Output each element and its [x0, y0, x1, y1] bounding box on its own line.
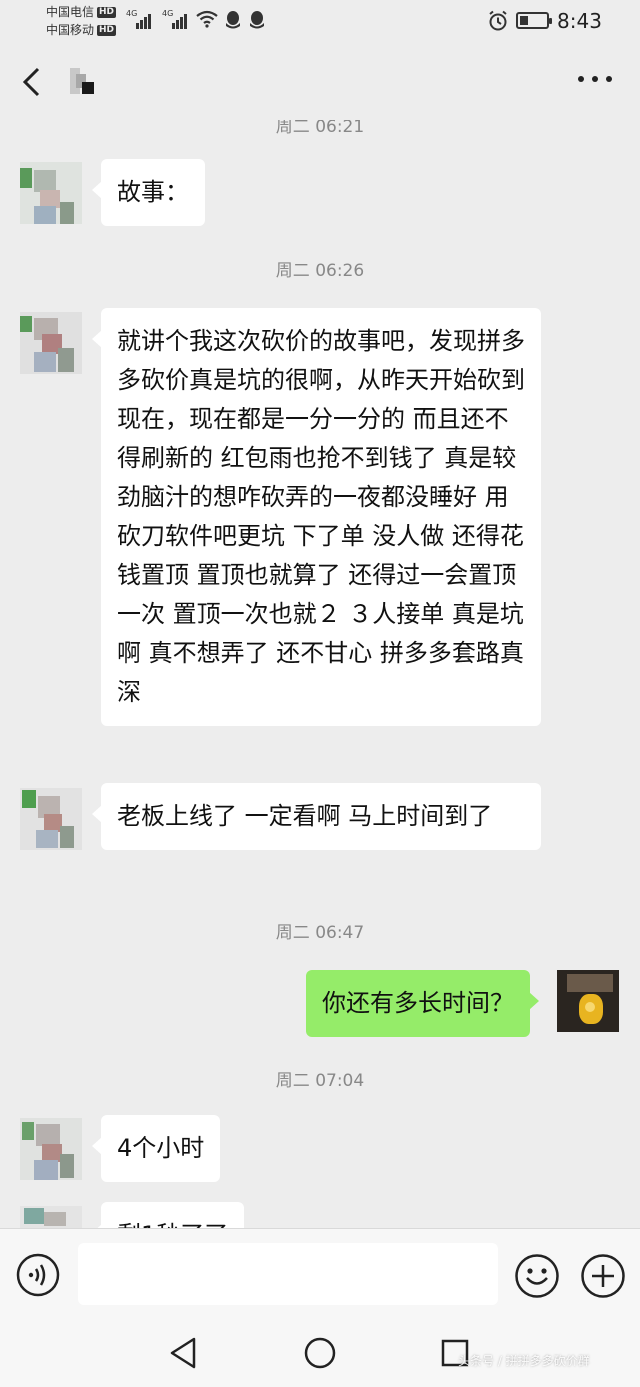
my-message-bubble[interactable]: 你还有多长时间？ — [306, 970, 539, 1037]
hd-badge: HD — [97, 24, 117, 36]
system-nav-bar: 头条号 / 拼拼多多砍价群 — [0, 1320, 640, 1387]
plus-icon[interactable] — [580, 1253, 626, 1299]
qq-icon — [250, 11, 264, 29]
emoji-icon[interactable] — [514, 1253, 560, 1299]
message-bubble[interactable]: 剩1秒了了 — [91, 1202, 245, 1228]
carrier-telecom: 中国电信 HD — [46, 5, 117, 19]
message-input[interactable] — [78, 1243, 498, 1305]
voice-icon[interactable] — [16, 1253, 60, 1297]
network-label: 4G — [162, 9, 174, 18]
my-avatar[interactable] — [557, 970, 619, 1032]
message-bubble[interactable]: 老板上线了 一定看啊 马上时间到了 — [92, 783, 541, 850]
back-icon[interactable] — [20, 66, 44, 98]
contact-name-redacted[interactable] — [70, 68, 94, 96]
signal-icon: 4G — [126, 9, 151, 29]
contact-avatar[interactable] — [20, 1206, 82, 1228]
message-bubble[interactable]: 4个小时 — [91, 1115, 221, 1182]
signal-icon: 4G — [162, 9, 187, 29]
watermark: 头条号 / 拼拼多多砍价群 — [458, 1354, 590, 1368]
message-bubble[interactable]: 就讲个我这次砍价的故事吧，发现拼多多砍价真是坑的很啊，从昨天开始砍到现在，现在都… — [92, 308, 541, 726]
contact-avatar[interactable] — [20, 162, 82, 224]
timestamp: 周二 06:21 — [275, 120, 365, 137]
input-bar — [0, 1228, 640, 1320]
hd-badge: HD — [97, 6, 117, 18]
chat-header — [0, 44, 640, 120]
clock: 8:43 — [557, 9, 602, 33]
more-icon[interactable] — [578, 76, 612, 86]
chat-messages[interactable]: 周二 06:21 故事： 周二 06:26 就讲个我这次砍价的故事吧，发现拼多多… — [0, 120, 640, 1228]
contact-avatar[interactable] — [20, 788, 82, 850]
alarm-icon — [489, 10, 507, 31]
contact-avatar[interactable] — [20, 312, 82, 374]
battery-icon — [516, 12, 552, 29]
qq-icon — [226, 11, 240, 29]
timestamp: 周二 06:26 — [275, 261, 365, 281]
contact-avatar[interactable] — [20, 1118, 82, 1180]
status-bar: 中国电信 HD 中国移动 HD 4G 4G 8:43 — [0, 0, 640, 44]
carrier1-label: 中国电信 — [46, 5, 95, 19]
carrier-mobile: 中国移动 HD — [46, 23, 117, 37]
timestamp: 周二 06:47 — [275, 923, 365, 943]
carrier2-label: 中国移动 — [46, 23, 95, 37]
nav-back-icon[interactable] — [168, 1336, 198, 1370]
timestamp: 周二 07:04 — [275, 1071, 365, 1091]
network-label: 4G — [126, 9, 138, 18]
nav-home-icon[interactable] — [304, 1337, 336, 1369]
wifi-icon — [196, 10, 218, 28]
message-bubble[interactable]: 故事： — [92, 159, 205, 226]
